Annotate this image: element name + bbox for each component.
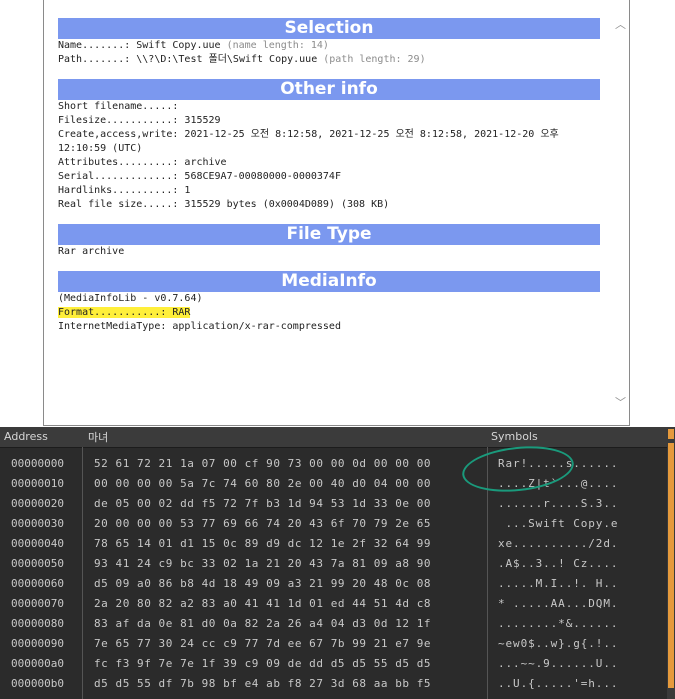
hex-row-symbols[interactable]: .....M.I..!. H.. bbox=[498, 577, 618, 590]
column-header-symbols[interactable]: Symbols bbox=[491, 430, 538, 443]
hex-row-symbols[interactable]: ...Swift Copy.e bbox=[498, 517, 618, 530]
hex-vertical-scrollbar[interactable] bbox=[667, 427, 675, 699]
column-divider bbox=[82, 447, 83, 699]
hex-row-bytes[interactable]: 78 65 14 01 d1 15 0c 89 d9 dc 12 1e 2f 3… bbox=[94, 537, 431, 550]
selection-name-line: Name.......: Swift Copy.uue (name length… bbox=[58, 39, 600, 53]
hex-row-address: 000000a0 bbox=[11, 657, 64, 670]
hex-header: Address 마녀 Symbols bbox=[0, 427, 667, 448]
hex-row-address: 00000050 bbox=[11, 557, 64, 570]
hex-row-address: 00000010 bbox=[11, 477, 64, 490]
hex-row-address: 00000070 bbox=[11, 597, 64, 610]
attributes-line: Attributes.........: archive bbox=[58, 157, 227, 168]
hardlinks-line: Hardlinks..........: 1 bbox=[58, 185, 191, 196]
selection-path: Path.......: \\?\D:\Test 폴더\Swift Copy.u… bbox=[58, 54, 324, 65]
selection-name-note: (name length: 14) bbox=[226, 40, 329, 51]
hex-row-bytes[interactable]: d5 d5 55 df 7b 98 bf e4 ab f8 27 3d 68 a… bbox=[94, 677, 431, 690]
short-filename-line: Short filename.....: bbox=[58, 101, 179, 112]
selection-path-line: Path.......: \\?\D:\Test 폴더\Swift Copy.u… bbox=[58, 53, 600, 67]
section-header-other-info: Other info bbox=[58, 79, 600, 100]
file-info-panel: Selection Name.......: Swift Copy.uue (n… bbox=[43, 0, 630, 426]
filesize-line: Filesize...........: 315529 bbox=[58, 115, 221, 126]
section-header-file-type: File Type bbox=[58, 224, 600, 245]
hex-row-symbols[interactable]: ~ew0$..w}.g{.!.. bbox=[498, 637, 618, 650]
chevron-up-icon[interactable]: ︿ bbox=[614, 18, 627, 31]
hex-scroll-up-button[interactable] bbox=[668, 429, 674, 439]
media-info-mime: InternetMediaType: application/x-rar-com… bbox=[58, 321, 341, 332]
hex-row-symbols[interactable]: ..U.{.....'=h... bbox=[498, 677, 618, 690]
selection-path-note: (path length: 29) bbox=[323, 54, 426, 65]
hex-row-bytes[interactable]: 2a 20 80 82 a2 83 a0 41 41 1d 01 ed 44 5… bbox=[94, 597, 431, 610]
section-header-selection: Selection bbox=[58, 18, 600, 39]
hex-row-bytes[interactable]: 52 61 72 21 1a 07 00 cf 90 73 00 00 0d 0… bbox=[94, 457, 431, 470]
info-vertical-scrollbar[interactable]: ︿ ﹀ bbox=[612, 0, 629, 425]
serial-line: Serial.............: 568CE9A7-00080000-0… bbox=[58, 171, 341, 182]
selection-name: Name.......: Swift Copy.uue bbox=[58, 40, 227, 51]
hex-row-address: 00000090 bbox=[11, 637, 64, 650]
hex-row-address: 00000030 bbox=[11, 517, 64, 530]
hex-row-symbols[interactable]: ......r....S.3.. bbox=[498, 497, 618, 510]
section-header-media-info: MediaInfo bbox=[58, 271, 600, 292]
real-file-size-line: Real file size.....: 315529 bytes (0x000… bbox=[58, 199, 390, 210]
hex-row-bytes[interactable]: de 05 00 02 dd f5 72 7f b3 1d 94 53 1d 3… bbox=[94, 497, 431, 510]
hex-row-address: 00000040 bbox=[11, 537, 64, 550]
hex-row-bytes[interactable]: 00 00 00 00 5a 7c 74 60 80 2e 00 40 d0 0… bbox=[94, 477, 431, 490]
timestamps-line: Create,access,write: 2021-12-25 오전 8:12:… bbox=[58, 129, 559, 154]
column-header-hex[interactable]: 마녀 bbox=[88, 429, 108, 445]
hex-viewer[interactable]: Address 마녀 Symbols 00000000 52 61 72 21 1… bbox=[0, 427, 675, 699]
column-header-address[interactable]: Address bbox=[4, 430, 48, 443]
hex-row-address: 00000080 bbox=[11, 617, 64, 630]
hex-row-symbols[interactable]: ...~~.9......U.. bbox=[498, 657, 618, 670]
hex-row-address: 00000000 bbox=[11, 457, 64, 470]
hex-scroll-thumb[interactable] bbox=[668, 443, 674, 688]
file-type-value: Rar archive bbox=[58, 246, 125, 257]
hex-row-address: 00000020 bbox=[11, 497, 64, 510]
media-info-lib: (MediaInfoLib - v0.7.64) bbox=[58, 293, 203, 304]
hex-row-symbols[interactable]: xe........../2d. bbox=[498, 537, 618, 550]
file-info-content: Selection Name.......: Swift Copy.uue (n… bbox=[58, 0, 600, 334]
hex-row-address: 000000b0 bbox=[11, 677, 64, 690]
hex-row-bytes[interactable]: fc f3 9f 7e 7e 1f 39 c9 09 de dd d5 d5 5… bbox=[94, 657, 431, 670]
hex-row-symbols[interactable]: ........*&...... bbox=[498, 617, 618, 630]
hex-row-symbols[interactable]: * .....AA...DQM. bbox=[498, 597, 618, 610]
hex-row-bytes[interactable]: d5 09 a0 86 b8 4d 18 49 09 a3 21 99 20 4… bbox=[94, 577, 431, 590]
media-info-format-line: Format...........: RAR bbox=[58, 306, 600, 320]
hex-row-symbols[interactable]: .A$..3..! Cz.... bbox=[498, 557, 618, 570]
hex-row-bytes[interactable]: 20 00 00 00 53 77 69 66 74 20 43 6f 70 7… bbox=[94, 517, 431, 530]
hex-row-address: 00000060 bbox=[11, 577, 64, 590]
chevron-down-icon[interactable]: ﹀ bbox=[614, 396, 627, 409]
hex-row-bytes[interactable]: 83 af da 0e 81 d0 0a 82 2a 26 a4 04 d3 0… bbox=[94, 617, 431, 630]
hex-row-bytes[interactable]: 7e 65 77 30 24 cc c9 77 7d ee 67 7b 99 2… bbox=[94, 637, 431, 650]
media-info-format: Format...........: RAR bbox=[58, 307, 191, 318]
hex-row-bytes[interactable]: 93 41 24 c9 bc 33 02 1a 21 20 43 7a 81 0… bbox=[94, 557, 431, 570]
